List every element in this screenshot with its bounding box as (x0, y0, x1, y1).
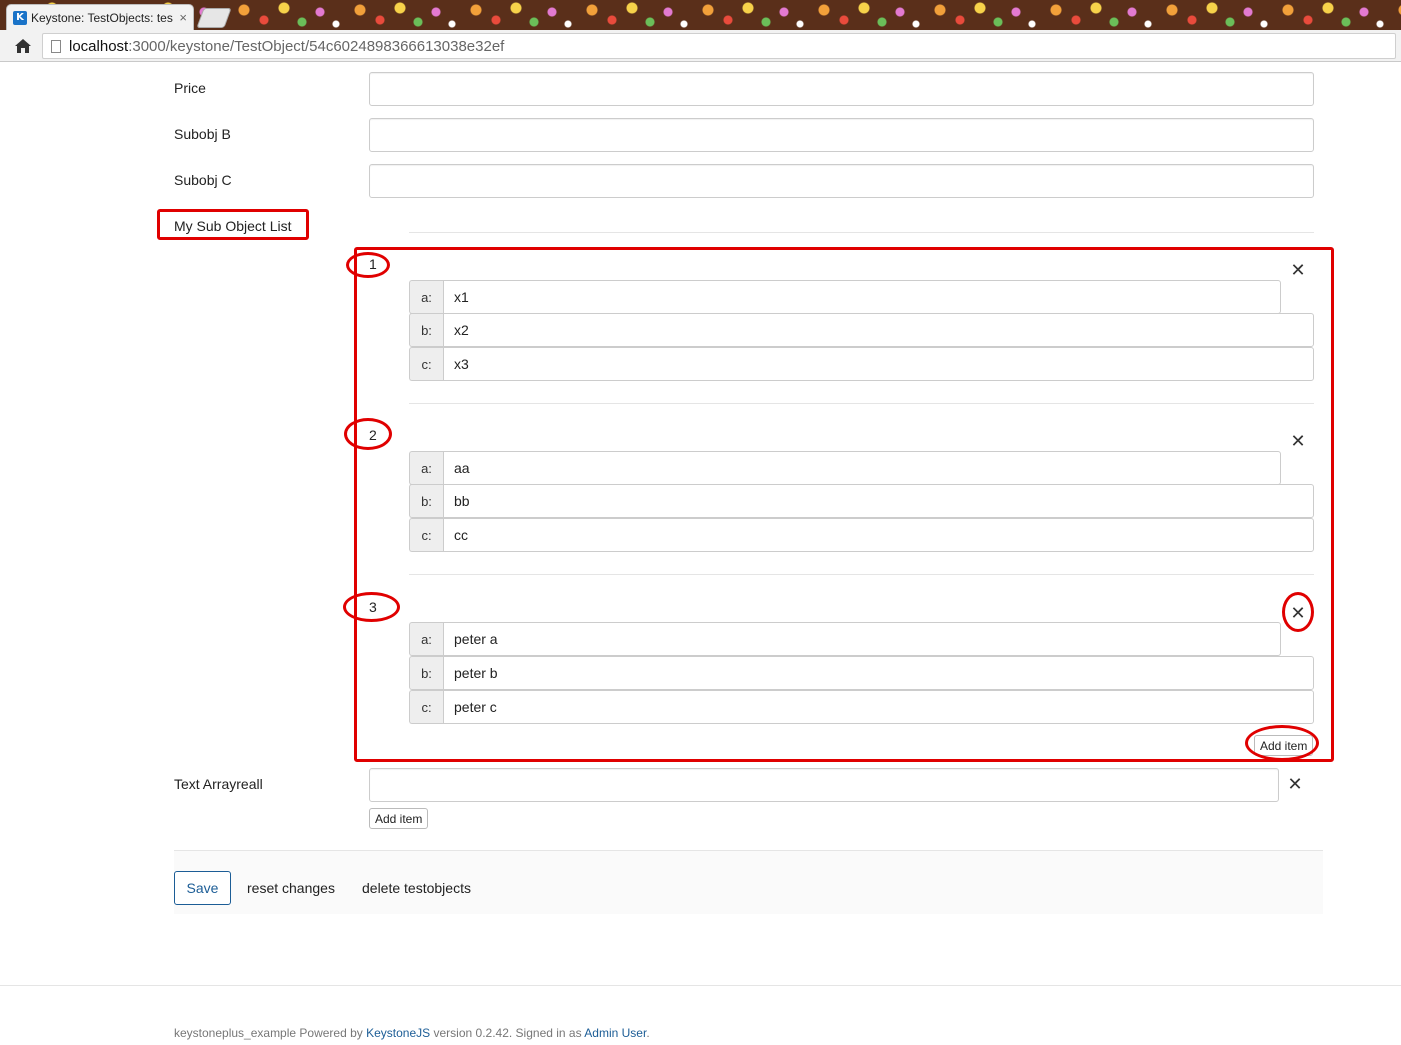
save-button[interactable]: Save (174, 871, 231, 905)
subobj-b-label: Subobj B (174, 126, 231, 142)
footer-prefix: keystoneplus_example Powered by (174, 1026, 367, 1040)
annotation-circle-add-item (1245, 725, 1319, 761)
new-tab-button[interactable] (196, 8, 232, 28)
tab-close-icon[interactable]: × (179, 10, 187, 25)
footer-middle: version 0.2.42. Signed in as (430, 1026, 585, 1040)
keystonejs-link[interactable]: KeystoneJS (366, 1026, 430, 1040)
browser-toolbar: localhost:3000/keystone/TestObject/54c60… (0, 30, 1401, 62)
subobj-c-label: Subobj C (174, 172, 232, 188)
subobj-c-input[interactable] (369, 164, 1314, 198)
browser-tab[interactable]: K Keystone: TestObjects: tes × (6, 4, 194, 30)
form-actions-bar (174, 850, 1323, 914)
url-path: :3000/keystone/TestObject/54c60248983666… (128, 37, 505, 55)
footer-divider (0, 985, 1401, 986)
divider (409, 232, 1314, 233)
price-label: Price (174, 80, 206, 96)
subobj-b-input[interactable] (369, 118, 1314, 152)
annotation-highlight-label (157, 209, 309, 240)
price-input[interactable] (369, 72, 1314, 106)
add-text-item-button[interactable]: Add item (369, 808, 429, 829)
footer-suffix: . (646, 1026, 650, 1040)
annotation-circle-2 (344, 418, 392, 450)
reset-changes-button[interactable]: reset changes (247, 880, 335, 896)
annotation-circle-1 (346, 252, 390, 278)
home-icon[interactable] (12, 35, 34, 57)
tab-title: Keystone: TestObjects: tes (31, 10, 173, 25)
keystone-favicon-icon: K (13, 10, 27, 25)
delete-button[interactable]: delete testobjects (362, 880, 471, 896)
text-array-label: Text Arrayreall (174, 776, 263, 792)
text-array-input[interactable] (369, 768, 1279, 802)
address-bar[interactable]: localhost:3000/keystone/TestObject/54c60… (42, 33, 1396, 59)
remove-text-item-icon[interactable]: ✕ (1287, 776, 1303, 794)
annotation-circle-3 (343, 592, 400, 622)
footer: keystoneplus_example Powered by Keystone… (174, 1026, 650, 1040)
url-host: localhost (69, 37, 129, 55)
admin-user-link[interactable]: Admin User (584, 1026, 646, 1040)
browser-tabstrip: K Keystone: TestObjects: tes × (0, 0, 1401, 30)
annotation-highlight-list (354, 247, 1334, 762)
annotation-circle-remove (1282, 592, 1314, 632)
page-icon (51, 39, 61, 53)
